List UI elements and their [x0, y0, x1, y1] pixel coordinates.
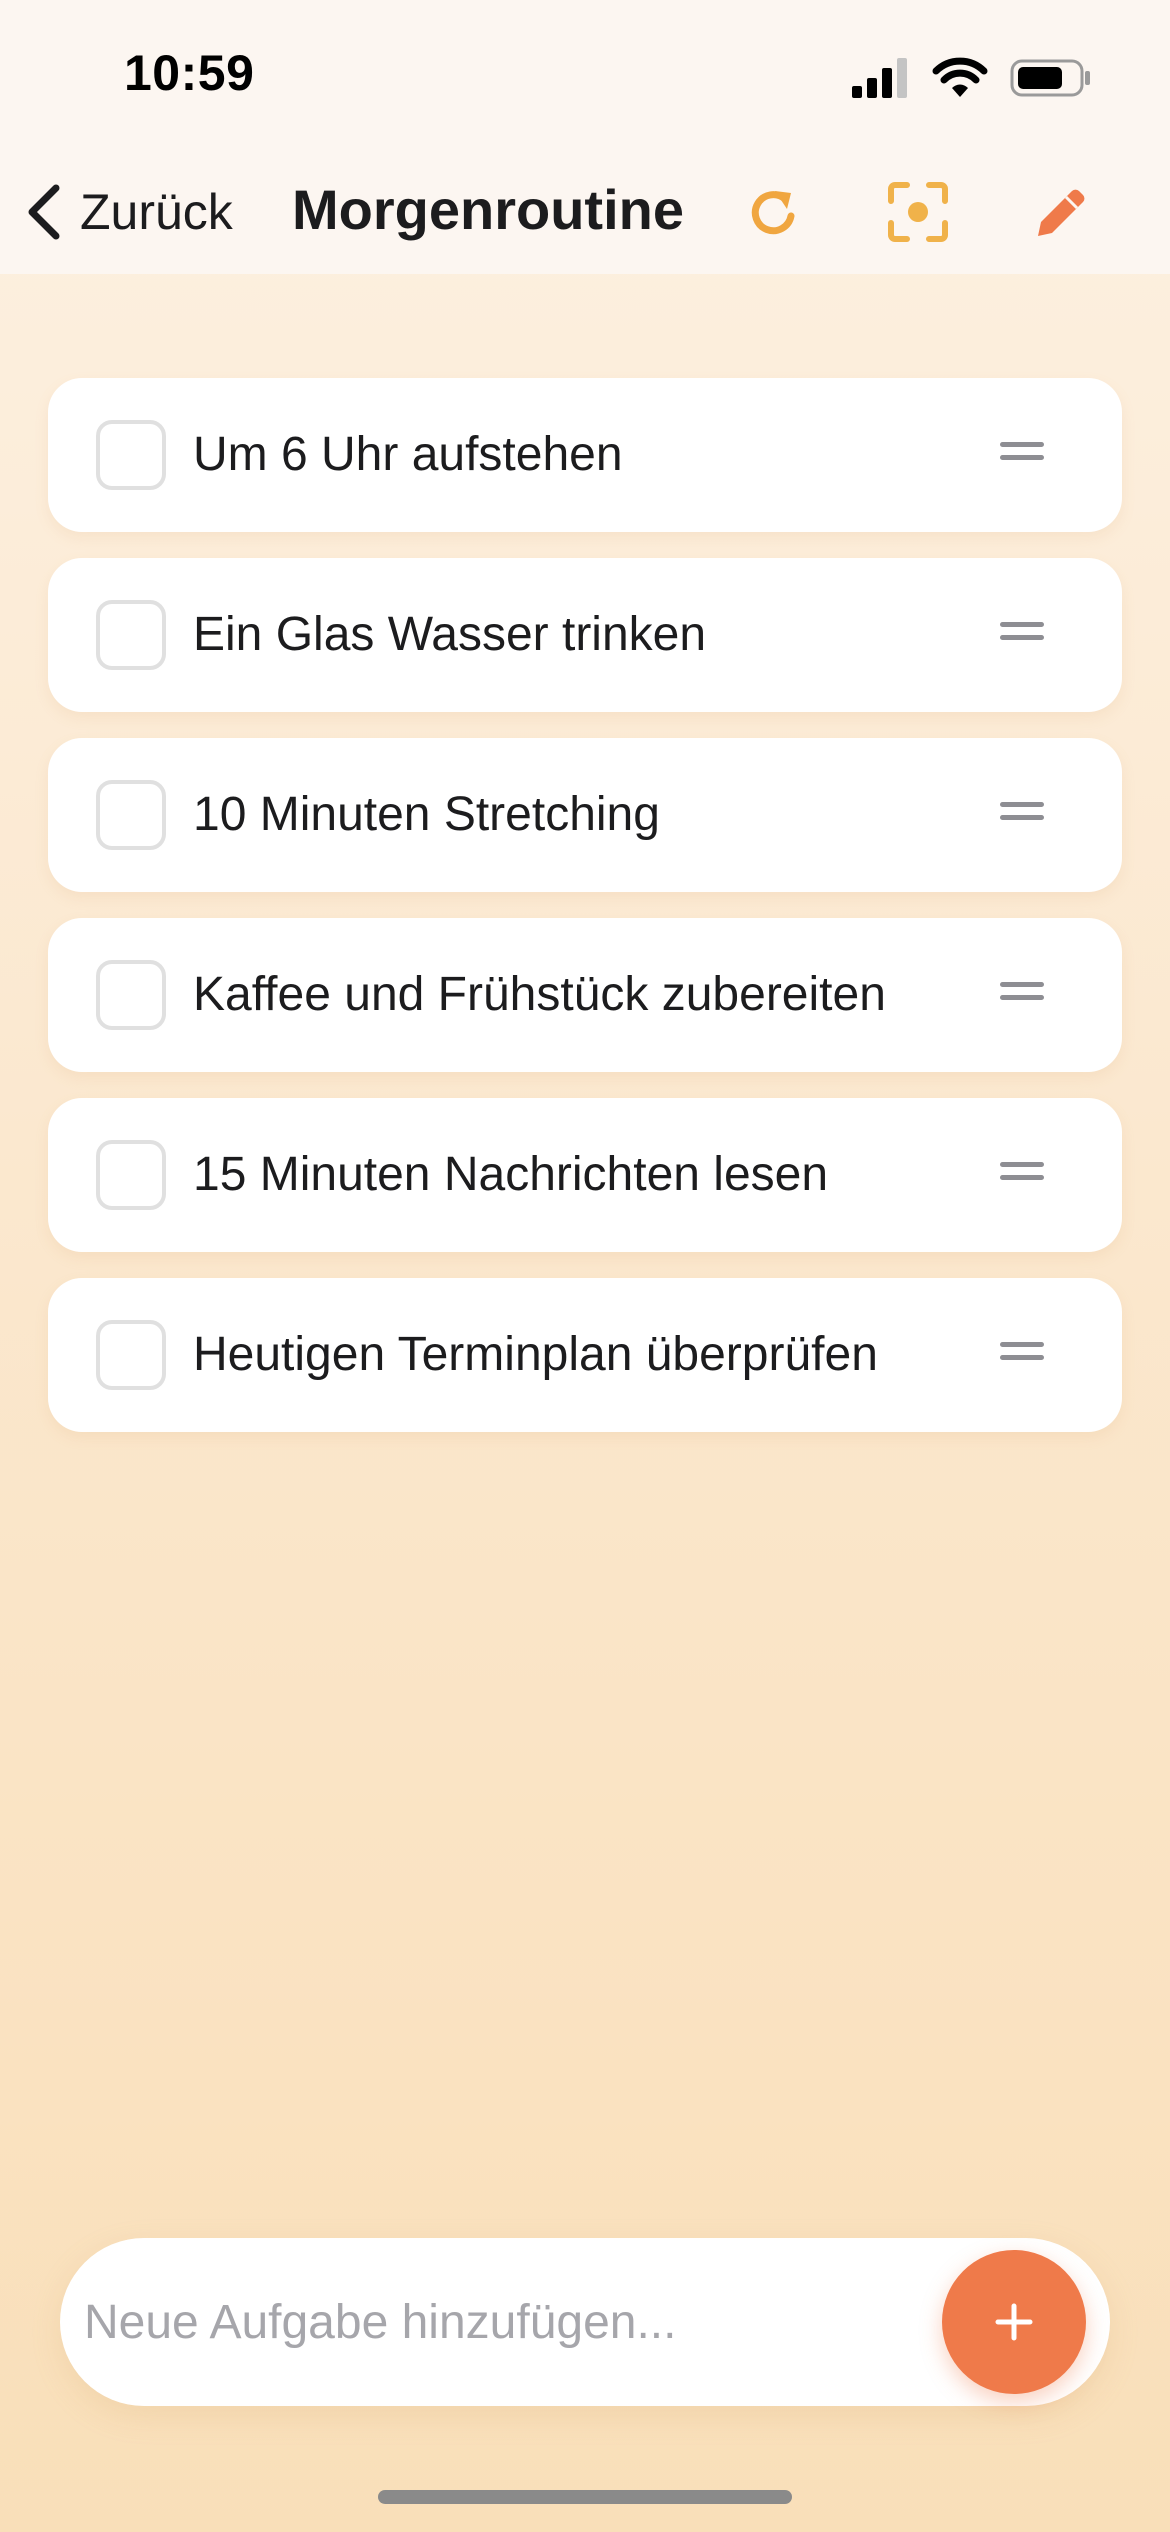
- refresh-button[interactable]: [734, 172, 814, 252]
- focus-button[interactable]: [878, 172, 958, 252]
- battery-icon: [1010, 59, 1090, 97]
- task-checkbox[interactable]: [96, 960, 166, 1030]
- back-label: Zurück: [80, 184, 233, 240]
- refresh-icon: [751, 191, 795, 235]
- task-text: Um 6 Uhr aufstehen: [193, 428, 623, 481]
- wifi-icon: [932, 57, 988, 97]
- drag-handle-icon[interactable]: [1000, 442, 1044, 468]
- drag-handle-icon[interactable]: [1000, 982, 1044, 1008]
- task-item: Kaffee und Frühstück zubereiten: [48, 918, 1122, 1072]
- plus-icon: [995, 2303, 1033, 2341]
- add-task-bar: [60, 2238, 1110, 2406]
- task-text: Kaffee und Frühstück zubereiten: [193, 968, 886, 1021]
- task-item: 15 Minuten Nachrichten lesen: [48, 1098, 1122, 1252]
- edit-button[interactable]: [1022, 172, 1102, 252]
- status-time: 10:59: [124, 45, 255, 101]
- add-task-button[interactable]: [942, 2250, 1086, 2394]
- task-text: 15 Minuten Nachrichten lesen: [193, 1148, 829, 1201]
- back-button[interactable]: Zurück: [22, 172, 233, 252]
- focus-icon: [888, 182, 948, 242]
- nav-bar: Zurück Morgenroutine: [0, 150, 1170, 274]
- task-checkbox[interactable]: [96, 600, 166, 670]
- task-item: Um 6 Uhr aufstehen: [48, 378, 1122, 532]
- task-checkbox[interactable]: [96, 1140, 166, 1210]
- task-text: Heutigen Terminplan überprüfen: [193, 1328, 878, 1381]
- new-task-input[interactable]: [84, 2238, 944, 2406]
- drag-handle-icon[interactable]: [1000, 802, 1044, 828]
- status-bar: 10:59: [0, 0, 1170, 150]
- task-checkbox[interactable]: [96, 780, 166, 850]
- task-list: Um 6 Uhr aufstehen Ein Glas Wasser trink…: [48, 378, 1122, 1458]
- task-item: Heutigen Terminplan überprüfen: [48, 1278, 1122, 1432]
- drag-handle-icon[interactable]: [1000, 1342, 1044, 1368]
- page-title: Morgenroutine: [292, 178, 684, 241]
- status-icons: [852, 56, 1092, 100]
- task-item: Ein Glas Wasser trinken: [48, 558, 1122, 712]
- task-item: 10 Minuten Stretching: [48, 738, 1122, 892]
- drag-handle-icon[interactable]: [1000, 1162, 1044, 1188]
- task-checkbox[interactable]: [96, 1320, 166, 1390]
- chevron-left-icon: [28, 184, 60, 240]
- cellular-signal-icon: [852, 58, 907, 98]
- task-text: 10 Minuten Stretching: [193, 788, 660, 841]
- drag-handle-icon[interactable]: [1000, 622, 1044, 648]
- home-indicator: [378, 2490, 792, 2504]
- task-checkbox[interactable]: [96, 420, 166, 490]
- edit-pencil-icon: [1038, 189, 1085, 236]
- task-text: Ein Glas Wasser trinken: [193, 608, 707, 661]
